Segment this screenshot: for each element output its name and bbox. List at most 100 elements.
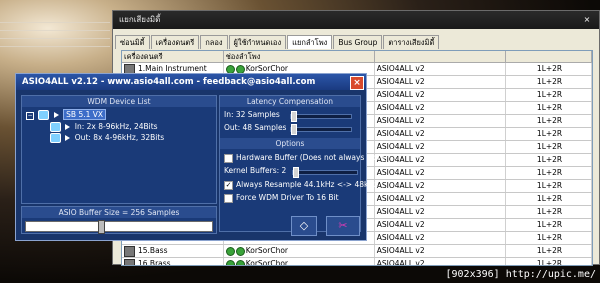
output-spec: Out: 8x 4-96kHz, 32Bits bbox=[74, 133, 165, 142]
table-row[interactable]: 15.Bass KorSorChor ASIO4ALL v2 1L+2R bbox=[122, 245, 592, 258]
driver-cell[interactable]: ASIO4ALL v2 bbox=[375, 245, 507, 257]
asio-title: ASIO4ALL v2.12 - www.asio4all.com - feed… bbox=[22, 77, 316, 87]
driver-cell[interactable]: ASIO4ALL v2 bbox=[375, 63, 507, 75]
resample-option[interactable]: ✓ Always Resample 44.1kHz <-> 48kHz bbox=[224, 180, 378, 190]
output-cell[interactable]: 1L+2R bbox=[506, 245, 592, 257]
table-row[interactable]: 16.Brass KorSorChor ASIO4ALL v2 1L+2R bbox=[122, 258, 592, 266]
column-header-instrument[interactable]: เครื่องดนตรี bbox=[122, 51, 224, 62]
output-cell[interactable]: 1L+2R bbox=[506, 141, 592, 153]
speaker-icon bbox=[38, 110, 50, 120]
tab-3[interactable]: ผู้ใช้กำหนดเอง bbox=[228, 35, 287, 49]
output-cell[interactable]: 1L+2R bbox=[506, 154, 592, 166]
diamond-icon: ◇ bbox=[299, 219, 309, 232]
driver-cell[interactable]: ASIO4ALL v2 bbox=[375, 258, 507, 265]
driver-cell[interactable]: ASIO4ALL v2 bbox=[375, 141, 507, 153]
guitar-string bbox=[0, 30, 110, 31]
guitar-string bbox=[0, 38, 110, 39]
wrench-icon: ✂ bbox=[338, 219, 348, 232]
latency-in-slider[interactable] bbox=[290, 111, 352, 122]
play-icon[interactable] bbox=[65, 135, 71, 141]
wdm-device-list-title: WDM Device List bbox=[22, 96, 216, 107]
advanced-options-button[interactable]: ◇ bbox=[291, 216, 317, 236]
status-led-icon bbox=[225, 246, 235, 256]
force-wdm-checkbox[interactable] bbox=[224, 193, 233, 203]
instrument-cell[interactable]: 16.Brass bbox=[122, 258, 224, 266]
output-cell[interactable]: 1L+2R bbox=[506, 102, 592, 114]
output-cell[interactable]: 1L+2R bbox=[506, 219, 592, 231]
slider-knob[interactable] bbox=[291, 124, 297, 135]
device-name[interactable]: SB 5.1 VX bbox=[63, 109, 107, 120]
output-cell[interactable]: 1L+2R bbox=[506, 76, 592, 88]
close-icon[interactable]: × bbox=[350, 76, 364, 90]
asio4all-dialog: ASIO4ALL v2.12 - www.asio4all.com - feed… bbox=[15, 73, 388, 241]
settings-tool-button[interactable]: ✂ bbox=[326, 216, 360, 236]
output-cell[interactable]: 1L+2R bbox=[506, 89, 592, 101]
driver-cell[interactable]: ASIO4ALL v2 bbox=[375, 232, 507, 244]
tab-4[interactable]: แยกลำโพง bbox=[287, 35, 333, 49]
column-header-driver[interactable] bbox=[375, 51, 507, 62]
driver-cell[interactable]: ASIO4ALL v2 bbox=[375, 180, 507, 192]
column-header-channel[interactable]: ช่องลำโพง bbox=[224, 51, 375, 62]
slider-knob[interactable] bbox=[291, 111, 297, 122]
buffer-size-slider[interactable] bbox=[25, 220, 213, 234]
channel-cell[interactable]: KorSorChor bbox=[224, 258, 375, 265]
channel-name: KorSorChor bbox=[245, 64, 289, 73]
input-spec: In: 2x 8-96kHz, 24Bits bbox=[74, 122, 158, 131]
close-icon[interactable]: × bbox=[581, 15, 593, 25]
output-cell[interactable]: 1L+2R bbox=[506, 193, 592, 205]
hw-buffer-checkbox[interactable] bbox=[224, 153, 233, 163]
output-cell[interactable]: 1L+2R bbox=[506, 258, 592, 265]
instrument-icon bbox=[124, 258, 135, 265]
latency-out-slider[interactable] bbox=[290, 124, 352, 135]
options-title: Options bbox=[220, 138, 360, 149]
driver-cell[interactable]: ASIO4ALL v2 bbox=[375, 76, 507, 88]
tab-0[interactable]: ซ่อนมิดี้ bbox=[115, 35, 150, 49]
guitar-string bbox=[0, 22, 110, 23]
driver-cell[interactable]: ASIO4ALL v2 bbox=[375, 89, 507, 101]
driver-cell[interactable]: ASIO4ALL v2 bbox=[375, 193, 507, 205]
tab-2[interactable]: กลอง bbox=[200, 35, 228, 49]
output-cell[interactable]: 1L+2R bbox=[506, 206, 592, 218]
tab-5[interactable]: Bus Group bbox=[333, 35, 383, 49]
force-wdm-option[interactable]: Force WDM Driver To 16 Bit bbox=[224, 193, 339, 203]
driver-cell[interactable]: ASIO4ALL v2 bbox=[375, 102, 507, 114]
kernel-buffers-slider[interactable] bbox=[292, 167, 358, 178]
speaker-icon bbox=[50, 133, 61, 143]
latency-title: Latency Compensation bbox=[220, 96, 360, 107]
channel-cell[interactable]: KorSorChor bbox=[224, 245, 375, 257]
play-icon[interactable] bbox=[53, 112, 59, 118]
output-cell[interactable]: 1L+2R bbox=[506, 232, 592, 244]
status-led-icon bbox=[235, 246, 245, 256]
kernel-buffers-row: Kernel Buffers: 2 bbox=[224, 166, 286, 175]
play-icon[interactable] bbox=[65, 124, 71, 130]
slider-knob[interactable] bbox=[98, 220, 105, 234]
driver-cell[interactable]: ASIO4ALL v2 bbox=[375, 206, 507, 218]
input-row[interactable]: In: 2x 8-96kHz, 24Bits bbox=[50, 122, 158, 132]
tab-6[interactable]: ตารางเสียงมิดี้ bbox=[383, 35, 440, 49]
output-cell[interactable]: 1L+2R bbox=[506, 63, 592, 75]
kernel-buffers-label: Kernel Buffers: 2 bbox=[224, 166, 287, 175]
status-led-icon bbox=[225, 259, 235, 265]
output-cell[interactable]: 1L+2R bbox=[506, 128, 592, 140]
microphone-icon bbox=[50, 122, 61, 132]
channel-name: KorSorChor bbox=[245, 246, 289, 255]
driver-cell[interactable]: ASIO4ALL v2 bbox=[375, 167, 507, 179]
hw-buffer-option[interactable]: Hardware Buffer (Does not always work) bbox=[224, 153, 388, 163]
instrument-name: 15.Bass bbox=[138, 246, 168, 255]
instrument-name: 16.Brass bbox=[138, 259, 171, 266]
driver-cell[interactable]: ASIO4ALL v2 bbox=[375, 154, 507, 166]
driver-cell[interactable]: ASIO4ALL v2 bbox=[375, 219, 507, 231]
instrument-cell[interactable]: 15.Bass bbox=[122, 245, 224, 257]
tab-1[interactable]: เครื่องดนตรี bbox=[150, 35, 200, 49]
output-row[interactable]: Out: 8x 4-96kHz, 32Bits bbox=[50, 133, 164, 143]
device-row[interactable]: − SB 5.1 VX bbox=[26, 109, 107, 120]
driver-cell[interactable]: ASIO4ALL v2 bbox=[375, 115, 507, 127]
output-cell[interactable]: 1L+2R bbox=[506, 180, 592, 192]
column-header-output[interactable] bbox=[506, 51, 592, 62]
resample-checkbox[interactable]: ✓ bbox=[224, 180, 233, 190]
output-cell[interactable]: 1L+2R bbox=[506, 115, 592, 127]
collapse-icon[interactable]: − bbox=[26, 112, 34, 120]
driver-cell[interactable]: ASIO4ALL v2 bbox=[375, 128, 507, 140]
output-cell[interactable]: 1L+2R bbox=[506, 167, 592, 179]
slider-knob[interactable] bbox=[293, 167, 299, 178]
